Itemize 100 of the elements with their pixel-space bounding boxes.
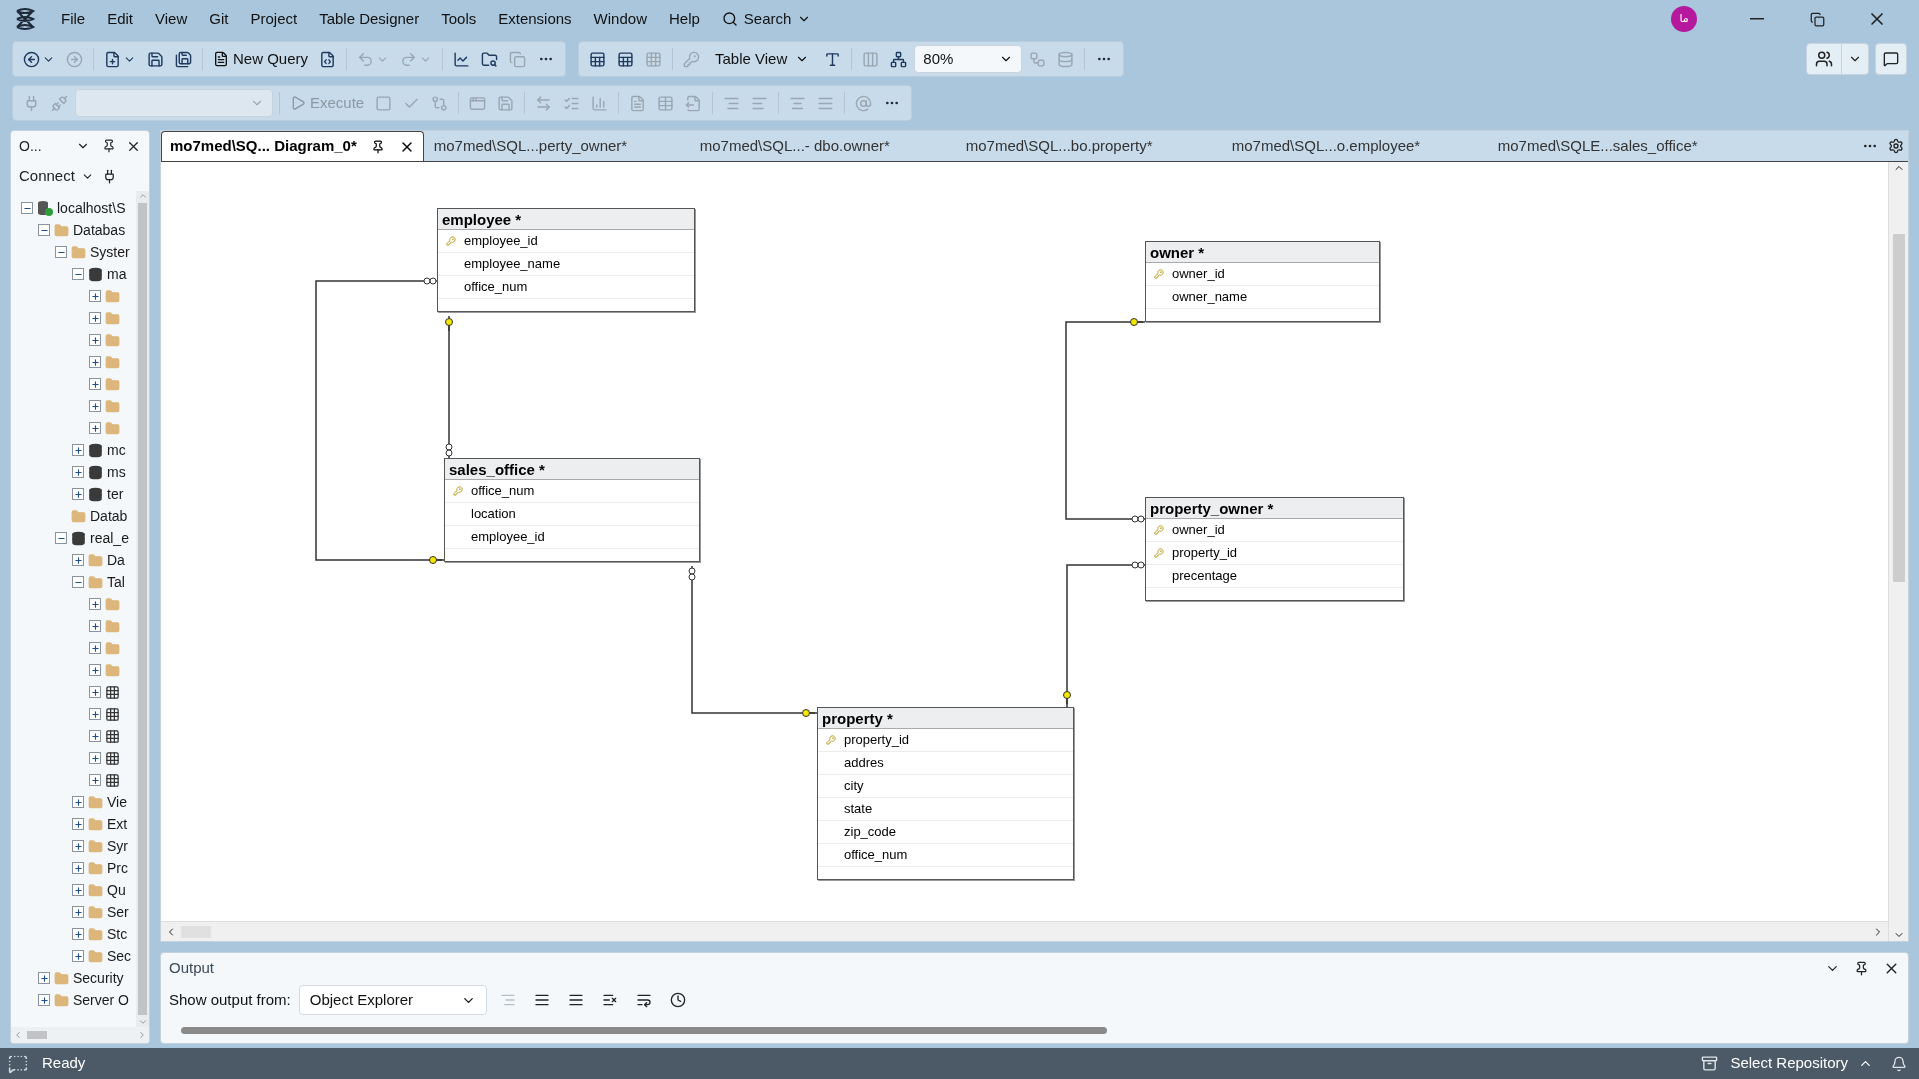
menu-item[interactable]: Window	[584, 7, 656, 31]
menu-item[interactable]: Edit	[98, 7, 143, 31]
zoom-select[interactable]: 80%	[914, 45, 1023, 73]
connect-button[interactable]: Connect	[19, 164, 94, 188]
pin-icon[interactable]	[370, 139, 385, 154]
menu-item[interactable]: View	[146, 7, 197, 31]
expand-toggle[interactable]	[89, 686, 101, 698]
expand-toggle[interactable]	[89, 730, 101, 742]
tree-item[interactable]: Databas	[73, 219, 126, 241]
archive-icon[interactable]	[1701, 1055, 1719, 1072]
scrollbar-thumb[interactable]	[181, 1026, 1107, 1034]
settings-icon[interactable]	[1888, 138, 1904, 154]
collapse-toggle[interactable]	[72, 268, 84, 280]
tree-item[interactable]: Ser	[107, 901, 129, 923]
tree-item[interactable]: Tal	[107, 571, 125, 593]
expand-toggle[interactable]	[89, 620, 101, 632]
scrollbar[interactable]	[136, 191, 149, 1027]
tree-item[interactable]: Sec	[107, 945, 132, 967]
tree-item[interactable]: localhost\S	[57, 197, 126, 219]
tree-item[interactable]: Security	[73, 967, 124, 989]
account-avatar[interactable]: ما	[1671, 6, 1697, 32]
collapse-toggle[interactable]	[55, 246, 67, 258]
menu-item[interactable]: Extensions	[489, 7, 581, 31]
expand-toggle[interactable]	[72, 444, 84, 456]
document-tab[interactable]: mo7med\SQL...perty_owner*	[423, 131, 690, 161]
expand-toggle[interactable]	[72, 862, 84, 874]
document-tab[interactable]: mo7med\SQL...o.employee*	[1221, 131, 1488, 161]
expand-toggle[interactable]	[72, 950, 84, 962]
expand-toggle[interactable]	[72, 840, 84, 852]
tree-item[interactable]: Prc	[107, 857, 128, 879]
expand-toggle[interactable]	[89, 334, 101, 346]
collapse-toggle[interactable]	[72, 576, 84, 588]
table-node[interactable]: sales_office * office_num location employee_id	[444, 458, 700, 562]
expand-toggle[interactable]	[89, 422, 101, 434]
horizontal-scrollbar[interactable]	[11, 1027, 149, 1043]
expand-toggle[interactable]	[89, 400, 101, 412]
pin-icon[interactable]	[102, 139, 116, 153]
expand-toggle[interactable]	[38, 994, 50, 1006]
expand-toggle[interactable]	[72, 906, 84, 918]
tree-item[interactable]: ter	[107, 483, 124, 505]
tree-item[interactable]: Stc	[107, 923, 128, 945]
expand-toggle[interactable]	[72, 818, 84, 830]
scrollbar-thumb[interactable]	[27, 1031, 47, 1039]
table-node[interactable]: property * property_id addres city state zip_code office_num	[817, 707, 1074, 880]
document-tab[interactable]: mo7med\SQL...- dbo.owner*	[689, 131, 956, 161]
tree-item[interactable]: mc	[107, 439, 126, 461]
collapse-toggle[interactable]	[38, 224, 50, 236]
document-tab[interactable]: mo7med\SQLE...sales_office*	[1487, 131, 1754, 161]
live-share-button[interactable]	[1806, 43, 1869, 75]
app-logo[interactable]	[14, 7, 36, 31]
tree-item[interactable]: real_e	[90, 527, 129, 549]
expand-toggle[interactable]	[89, 774, 101, 786]
select-repository-button[interactable]: Select Repository	[1730, 1052, 1873, 1075]
tree-item[interactable]: Syr	[107, 835, 128, 857]
horizontal-scrollbar[interactable]	[161, 921, 1888, 941]
expand-toggle[interactable]	[72, 796, 84, 808]
search-button[interactable]: Search	[712, 7, 821, 31]
expand-toggle[interactable]	[89, 642, 101, 654]
menu-item[interactable]: File	[52, 7, 95, 31]
collapse-toggle[interactable]	[21, 202, 33, 214]
pin-icon[interactable]	[1854, 960, 1869, 976]
document-tab[interactable]: mo7med\SQ... Diagram_0*	[161, 131, 424, 161]
document-tab[interactable]: mo7med\SQL...bo.property*	[955, 131, 1222, 161]
notification-icon[interactable]	[1891, 1055, 1907, 1072]
tree-item[interactable]: Qu	[107, 879, 126, 901]
menu-item[interactable]: Git	[200, 7, 238, 31]
table-node[interactable]: owner * owner_id owner_name	[1145, 241, 1380, 322]
tree-item[interactable]: ma	[107, 263, 127, 285]
comment-icon[interactable]	[8, 1053, 28, 1074]
scrollbar-thumb[interactable]	[1892, 234, 1905, 582]
expand-toggle[interactable]	[72, 928, 84, 940]
expand-toggle[interactable]	[72, 554, 84, 566]
table-node[interactable]: employee * employee_id employee_name office_num	[437, 208, 695, 312]
tree-item[interactable]: Ext	[107, 813, 128, 835]
expand-toggle[interactable]	[89, 356, 101, 368]
expand-toggle[interactable]	[89, 664, 101, 676]
output-source-select[interactable]: Object Explorer	[298, 985, 487, 1015]
menu-item[interactable]: Project	[241, 7, 307, 31]
toolbar-button[interactable]: New Query	[209, 46, 313, 72]
expand-toggle[interactable]	[89, 708, 101, 720]
tree-item[interactable]: Server O	[73, 989, 129, 1011]
expand-toggle[interactable]	[89, 598, 101, 610]
scrollbar-thumb[interactable]	[138, 203, 147, 1015]
expand-toggle[interactable]	[72, 884, 84, 896]
expand-toggle[interactable]	[72, 466, 84, 478]
menu-item[interactable]: Table Designer	[310, 7, 429, 31]
expand-toggle[interactable]	[89, 752, 101, 764]
vertical-scrollbar[interactable]	[1888, 162, 1908, 941]
expand-toggle[interactable]	[89, 312, 101, 324]
tree-item[interactable]: Datab	[90, 505, 128, 527]
expand-toggle[interactable]	[89, 378, 101, 390]
tree-item[interactable]: Syster	[90, 241, 130, 263]
tree-item[interactable]: Da	[107, 549, 125, 571]
expand-toggle[interactable]	[89, 290, 101, 302]
view-dropdown[interactable]: Table View	[707, 46, 818, 72]
expand-toggle[interactable]	[72, 488, 84, 500]
expand-toggle[interactable]	[38, 972, 50, 984]
menu-item[interactable]: Help	[659, 7, 709, 31]
tree-item[interactable]: Vie	[107, 791, 127, 813]
table-node[interactable]: property_owner * owner_id property_id precentage	[1145, 497, 1404, 601]
